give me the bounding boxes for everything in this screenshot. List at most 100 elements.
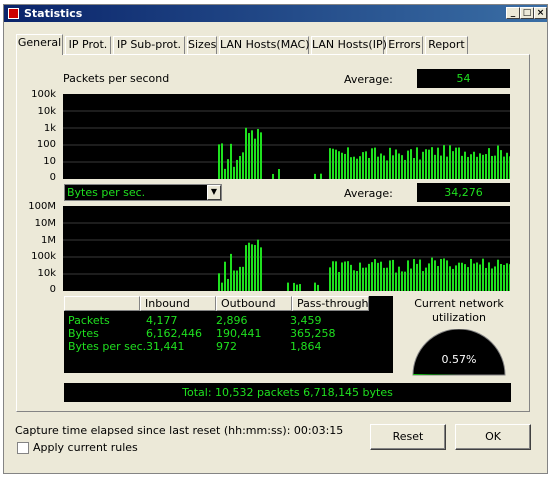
traffic-bar <box>293 282 295 291</box>
bytes-tick: 100k <box>31 251 56 262</box>
packets-tick: 100k <box>31 89 56 100</box>
traffic-bar <box>497 259 499 291</box>
traffic-bar <box>347 147 349 179</box>
traffic-bar <box>359 262 361 291</box>
traffic-bar <box>431 257 433 291</box>
window-title: Statistics <box>24 7 83 20</box>
traffic-bar <box>494 155 496 179</box>
maximize-button[interactable]: □ <box>520 7 534 19</box>
traffic-bar <box>242 152 244 179</box>
traffic-bar <box>329 148 331 179</box>
traffic-bar <box>443 145 445 179</box>
traffic-bar <box>395 272 397 291</box>
utilization-gauge: 0.57% <box>412 329 506 376</box>
traffic-bar <box>371 148 373 179</box>
tab-lan-hosts-mac[interactable]: LAN Hosts(MAC) <box>219 36 310 54</box>
traffic-bar <box>440 258 442 291</box>
traffic-bar <box>377 262 379 291</box>
traffic-bar <box>341 262 343 291</box>
bytes-graph <box>63 206 511 291</box>
traffic-bar <box>386 267 388 291</box>
traffic-bar <box>404 159 406 179</box>
traffic-bar <box>359 156 361 179</box>
traffic-bar <box>230 143 232 179</box>
traffic-bar <box>386 160 388 179</box>
packets-tick: 10 <box>43 156 56 167</box>
traffic-bar <box>476 262 478 291</box>
traffic-bar <box>470 154 472 179</box>
traffic-bar <box>317 284 319 291</box>
traffic-bar <box>440 155 442 179</box>
traffic-bar <box>416 263 418 291</box>
traffic-bar <box>374 259 376 291</box>
close-button[interactable]: × <box>534 7 547 19</box>
traffic-bar <box>464 264 466 291</box>
traffic-bar <box>389 260 391 291</box>
traffic-bar <box>329 267 331 291</box>
traffic-bar <box>392 155 394 179</box>
traffic-bar <box>437 266 439 291</box>
stats-header <box>64 296 140 311</box>
traffic-bar <box>452 151 454 179</box>
bytes-average-label: Average: <box>344 187 393 200</box>
tab-lan-hosts-ip[interactable]: LAN Hosts(IP) <box>311 36 387 54</box>
traffic-bar <box>332 148 334 179</box>
traffic-bar <box>443 258 445 291</box>
traffic-bar <box>503 156 505 179</box>
packets-pass-through: 3,459 <box>290 314 322 327</box>
ok-button[interactable]: OK <box>455 424 531 450</box>
traffic-bar <box>239 266 241 291</box>
traffic-bar <box>254 244 256 291</box>
traffic-bar <box>221 282 223 291</box>
tab-general[interactable]: General <box>16 34 63 55</box>
reset-button[interactable]: Reset <box>370 424 446 450</box>
traffic-bar <box>392 259 394 291</box>
traffic-bar <box>506 263 508 291</box>
traffic-bar <box>491 268 493 291</box>
traffic-bar <box>401 271 403 291</box>
stats-header-inbound: Inbound <box>140 296 216 311</box>
traffic-bar <box>410 149 412 179</box>
traffic-bar <box>467 267 469 291</box>
traffic-bar <box>254 138 256 179</box>
traffic-bar <box>482 258 484 291</box>
traffic-bar <box>467 156 469 179</box>
traffic-bar <box>380 261 382 291</box>
traffic-bar <box>383 155 385 179</box>
general-panel: Packets per second Average: 54 100k 10k … <box>16 54 530 412</box>
apply-rules-label[interactable]: Apply current rules <box>33 441 138 454</box>
packets-graph <box>63 94 511 179</box>
traffic-bar <box>503 264 505 291</box>
traffic-bar <box>452 268 454 291</box>
traffic-bar <box>257 128 259 179</box>
bps-outbound: 972 <box>216 340 237 353</box>
traffic-bar <box>395 149 397 179</box>
dropdown-arrow-icon[interactable]: ▼ <box>207 185 221 200</box>
traffic-bar <box>365 151 367 179</box>
traffic-bar <box>407 260 409 291</box>
tab-ip-prot[interactable]: IP Prot. <box>65 36 111 54</box>
traffic-bar <box>398 153 400 179</box>
traffic-bar <box>245 245 247 291</box>
tab-sizes[interactable]: Sizes <box>187 36 217 54</box>
tab-errors[interactable]: Errors <box>386 36 423 54</box>
title-bar[interactable]: Statistics _ □ × <box>4 5 547 22</box>
traffic-bar <box>509 156 511 179</box>
tab-report[interactable]: Report <box>425 36 468 54</box>
traffic-bar <box>224 168 226 179</box>
traffic-bar <box>296 284 298 291</box>
traffic-bar <box>251 244 253 291</box>
traffic-bar <box>485 267 487 291</box>
packets-average-label: Average: <box>344 73 393 86</box>
traffic-bar <box>434 260 436 291</box>
tab-ip-sub-prot[interactable]: IP Sub-prot. <box>113 36 185 54</box>
traffic-bar <box>485 154 487 179</box>
apply-rules-checkbox[interactable] <box>17 442 29 454</box>
traffic-bar <box>287 282 289 291</box>
traffic-bar <box>239 155 241 179</box>
traffic-bar <box>383 267 385 291</box>
traffic-bar <box>218 273 220 291</box>
traffic-bar <box>236 159 238 179</box>
minimize-button[interactable]: _ <box>506 7 520 19</box>
graph-type-dropdown[interactable]: Bytes per sec. ▼ <box>64 184 222 201</box>
